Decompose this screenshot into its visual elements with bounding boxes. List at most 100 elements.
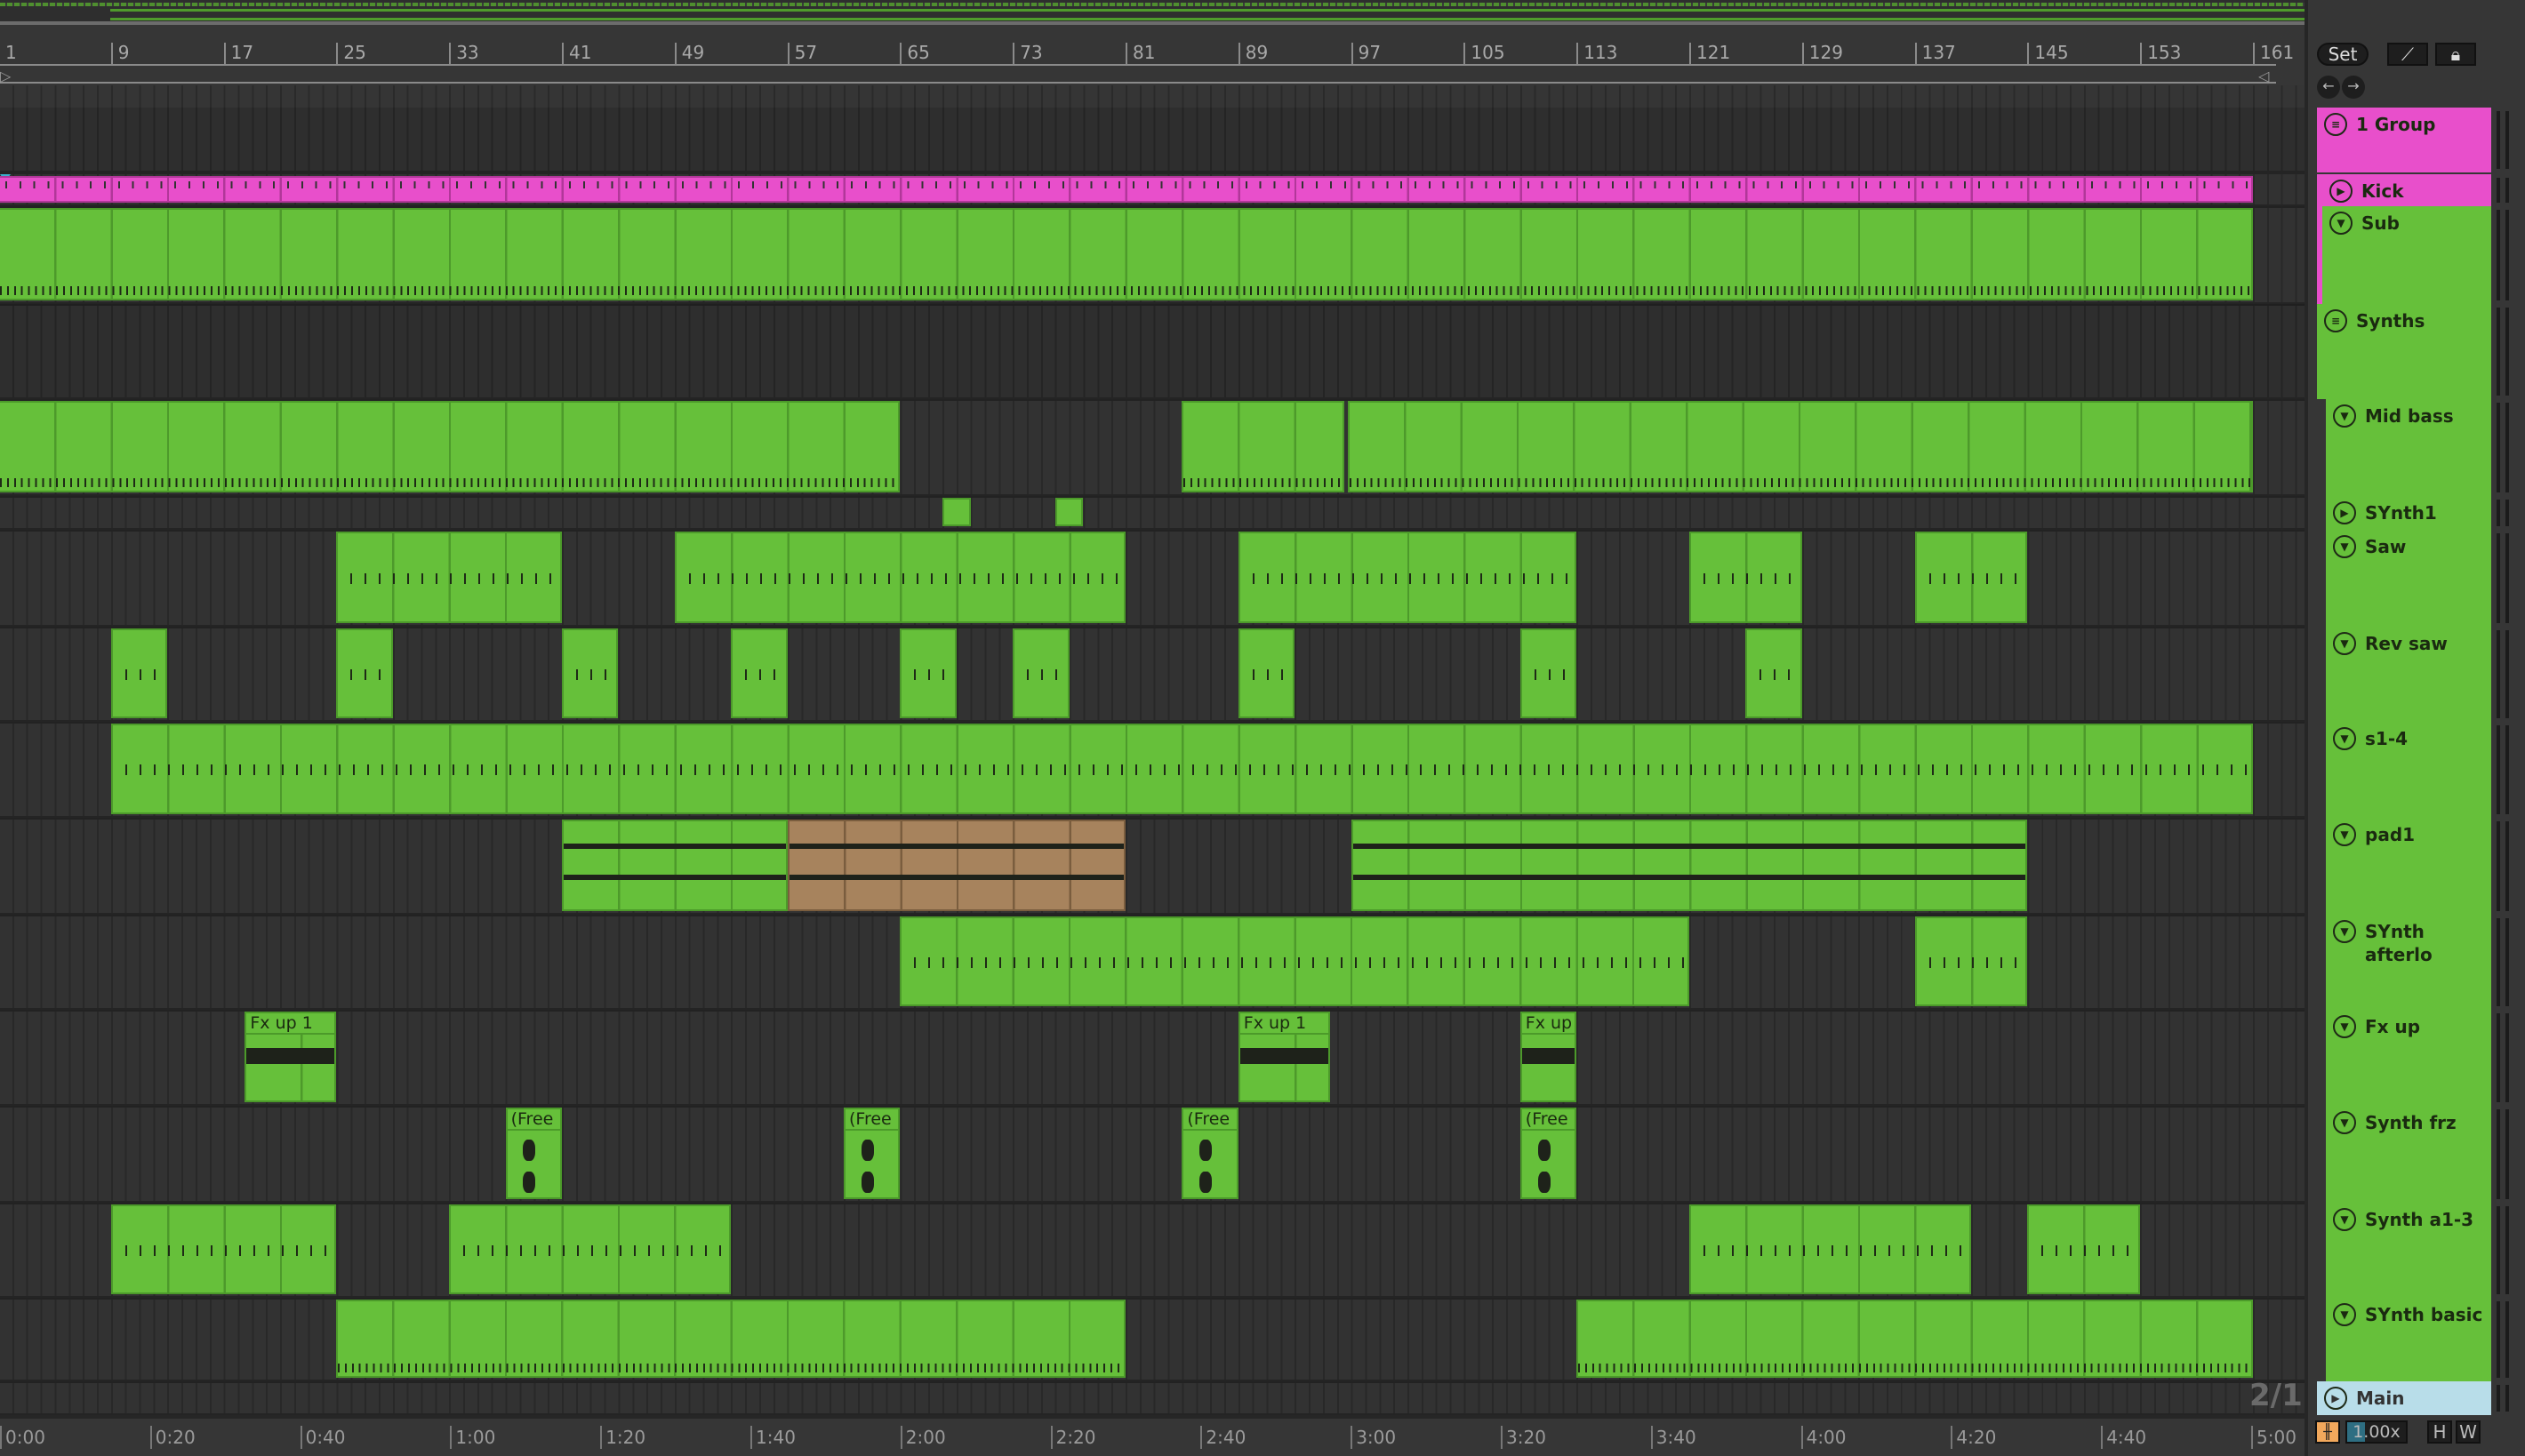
fold-down-icon[interactable]: ▼ <box>2329 212 2353 235</box>
clip[interactable] <box>336 532 562 623</box>
clip[interactable]: (Free <box>505 1108 562 1199</box>
group-fold-icon[interactable]: ≡ <box>2324 113 2347 136</box>
track-lane[interactable] <box>0 206 2305 306</box>
track-lane[interactable] <box>0 818 2305 916</box>
optimize-width-button[interactable]: W <box>2456 1420 2481 1444</box>
clip[interactable] <box>942 498 971 526</box>
clip[interactable] <box>1689 532 1802 623</box>
track-lane[interactable] <box>0 722 2305 820</box>
clip[interactable] <box>900 916 1689 1006</box>
track-header[interactable]: ▼ SYnth basic <box>2326 1298 2491 1381</box>
lock-button[interactable]: 🔒︎ <box>2435 43 2476 66</box>
clip[interactable] <box>1238 628 1295 718</box>
fold-down-icon[interactable]: ▼ <box>2333 535 2356 558</box>
track-lane[interactable] <box>0 1203 2305 1300</box>
track-lane[interactable]: (Free (Free (Free (Free <box>0 1106 2305 1204</box>
clip[interactable] <box>1519 628 1577 718</box>
waveform-button[interactable]: ╫ <box>2315 1420 2340 1444</box>
draw-mode-button[interactable]: ⟋ <box>2387 43 2428 66</box>
track-header[interactable]: ≡ 1 Group <box>2317 108 2491 172</box>
clip[interactable]: (Free <box>844 1108 901 1199</box>
clip[interactable] <box>1054 498 1084 526</box>
clip[interactable] <box>1689 1204 1971 1294</box>
track-header[interactable]: ≡ Synths <box>2317 304 2491 399</box>
fold-right-icon[interactable]: ▶ <box>2324 1387 2347 1410</box>
clip[interactable] <box>562 820 788 911</box>
track-lane[interactable] <box>0 174 2305 208</box>
track-header[interactable]: ▼ Synth a1-3 <box>2326 1203 2491 1298</box>
set-button[interactable]: Set <box>2317 43 2369 66</box>
group-fold-icon[interactable]: ≡ <box>2324 309 2347 332</box>
track-header[interactable]: ▶ Kick <box>2317 174 2491 206</box>
fold-down-icon[interactable]: ▼ <box>2333 632 2356 655</box>
beat-time-ruler[interactable]: ▷ ◁ 1 9 17 25 33 41 49 57 65 73 81 89 97 105 113 121 129… <box>0 28 2305 85</box>
track-header[interactable]: ▼ Rev saw <box>2326 627 2491 722</box>
arrangement-view[interactable]: Fx up 1 Fx up 1 Fx up (Free (Free (Free (Free <box>0 85 2305 1417</box>
track-lane[interactable] <box>0 915 2305 1012</box>
clip[interactable] <box>562 628 619 718</box>
track-lane[interactable] <box>0 496 2305 532</box>
clip[interactable] <box>787 820 1126 911</box>
track-lane[interactable] <box>0 530 2305 628</box>
fold-down-icon[interactable]: ▼ <box>2333 1208 2356 1231</box>
fold-down-icon[interactable]: ▼ <box>2333 920 2356 943</box>
loop-end-marker[interactable]: ◁ <box>2258 68 2269 84</box>
clip[interactable] <box>110 1204 337 1294</box>
clip[interactable] <box>336 1300 1126 1378</box>
fold-right-icon[interactable]: ▶ <box>2329 180 2353 203</box>
clip[interactable] <box>1238 532 1577 623</box>
arrangement-overview[interactable] <box>0 0 2347 25</box>
track-header[interactable]: ▼ Saw <box>2326 530 2491 627</box>
track-header[interactable]: ▼ SYnth afterlo <box>2326 915 2491 1010</box>
back-button[interactable]: ← <box>2317 76 2340 99</box>
track-lane[interactable] <box>0 399 2305 498</box>
clip[interactable] <box>1351 820 2028 911</box>
fold-down-icon[interactable]: ▼ <box>2333 823 2356 846</box>
forward-button[interactable]: → <box>2342 76 2365 99</box>
time-ruler[interactable]: 0:00 0:20 0:40 1:00 1:20 1:40 2:00 2:20 2:40 3:00… <box>0 1415 2305 1456</box>
clip[interactable]: Fx up 1 <box>1238 1012 1330 1102</box>
track-lane[interactable] <box>0 1298 2305 1383</box>
track-header[interactable]: ▼ s1-4 <box>2326 722 2491 818</box>
loop-start-marker[interactable]: ▷ <box>0 68 11 84</box>
fold-down-icon[interactable]: ▼ <box>2333 1015 2356 1038</box>
track-lane[interactable] <box>0 627 2305 724</box>
clip[interactable] <box>1914 916 2028 1006</box>
fold-down-icon[interactable]: ▼ <box>2333 727 2356 750</box>
clip[interactable] <box>2027 1204 2141 1294</box>
track-header[interactable]: ▼ Synth frz <box>2326 1106 2491 1203</box>
track-header[interactable]: ▶ SYnth1 <box>2326 496 2491 530</box>
track-lane[interactable]: Fx up 1 Fx up 1 Fx up <box>0 1010 2305 1108</box>
speed-field[interactable]: 1.00x <box>2345 1420 2408 1444</box>
track-lane[interactable] <box>0 304 2305 401</box>
fold-right-icon[interactable]: ▶ <box>2333 501 2356 524</box>
fold-down-icon[interactable]: ▼ <box>2333 1303 2356 1326</box>
clip[interactable] <box>1745 628 1802 718</box>
clip[interactable] <box>449 1204 732 1294</box>
clip[interactable] <box>900 628 957 718</box>
clip[interactable] <box>1013 628 1070 718</box>
track-header[interactable]: ▼ Fx up <box>2326 1010 2491 1106</box>
clip[interactable] <box>674 532 1126 623</box>
clip[interactable] <box>0 208 2253 300</box>
track-header[interactable]: ▼ Sub <box>2317 206 2491 304</box>
track-lane[interactable] <box>0 108 2305 174</box>
fold-down-icon[interactable]: ▼ <box>2333 1111 2356 1134</box>
optimize-height-button[interactable]: H <box>2427 1420 2452 1444</box>
clip[interactable] <box>1914 532 2028 623</box>
clip[interactable]: Fx up <box>1519 1012 1577 1102</box>
track-header[interactable]: ▼ pad1 <box>2326 818 2491 915</box>
track-lane[interactable] <box>0 1381 2305 1417</box>
clip[interactable] <box>0 401 901 492</box>
clip[interactable] <box>0 176 2253 203</box>
clip[interactable] <box>110 724 2253 814</box>
clip[interactable] <box>1347 401 2253 492</box>
clip[interactable] <box>1576 1300 2253 1378</box>
track-header[interactable]: ▶ Main <box>2317 1381 2491 1415</box>
fold-down-icon[interactable]: ▼ <box>2333 404 2356 428</box>
clip[interactable]: Fx up 1 <box>244 1012 337 1102</box>
clip[interactable] <box>1182 401 1344 492</box>
clip[interactable] <box>110 628 168 718</box>
clip[interactable] <box>731 628 788 718</box>
clip[interactable]: (Free <box>1182 1108 1238 1199</box>
